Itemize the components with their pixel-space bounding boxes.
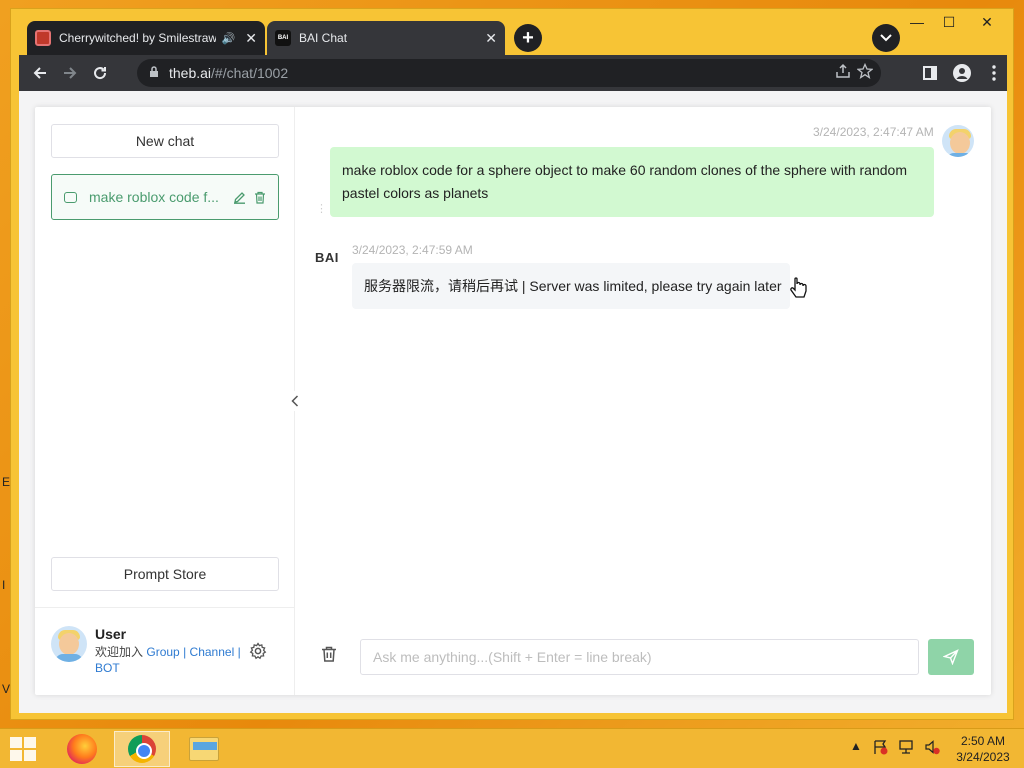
chat-main: 3/24/2023, 2:47:47 AM make roblox code f… bbox=[296, 107, 991, 695]
new-chat-button[interactable]: New chat bbox=[51, 124, 279, 158]
browser-toolbar: theb.ai/#/chat/1002 bbox=[19, 55, 1007, 91]
side-panel-icon bbox=[923, 66, 937, 80]
message-drag-handle-icon[interactable]: ⋮ bbox=[316, 202, 327, 215]
delete-icon[interactable] bbox=[254, 191, 266, 204]
browser-titlebar: Cherrywitched! by Smilestraw 🔊 ✕ BAI BAI… bbox=[11, 9, 1015, 55]
tab-cherrywitched[interactable]: Cherrywitched! by Smilestraw 🔊 ✕ bbox=[27, 21, 265, 55]
minimize-button[interactable]: — bbox=[899, 13, 935, 33]
avatar bbox=[51, 626, 87, 662]
forward-arrow-icon bbox=[64, 67, 77, 79]
volume-muted-icon[interactable] bbox=[924, 739, 940, 755]
bot-message-bubble: 服务器限流，请稍后再试 | Server was limited, please… bbox=[352, 263, 790, 309]
message-timestamp: 3/24/2023, 2:47:59 AM bbox=[352, 243, 473, 257]
back-button[interactable] bbox=[25, 58, 55, 88]
hand-cursor-icon bbox=[790, 277, 807, 298]
message-timestamp: 3/24/2023, 2:47:47 AM bbox=[813, 125, 934, 139]
taskbar-clock[interactable]: 2:50 AM 3/24/2023 bbox=[948, 733, 1018, 765]
user-panel: User 欢迎加入 Group | Channel | BOT bbox=[35, 607, 295, 695]
channel-link[interactable]: Channel bbox=[190, 645, 235, 659]
desktop-edge-text: E bbox=[2, 475, 11, 489]
user-avatar bbox=[942, 125, 974, 157]
send-button[interactable] bbox=[928, 639, 974, 675]
bai-logo: BAI bbox=[315, 250, 339, 265]
kebab-menu-icon bbox=[992, 65, 996, 81]
action-center-flag-icon[interactable] bbox=[872, 739, 888, 755]
close-window-button[interactable]: ✕ bbox=[969, 13, 1005, 33]
taskbar-firefox[interactable] bbox=[54, 731, 110, 767]
chrome-icon bbox=[128, 735, 156, 763]
taskbar: ▲ 2:50 AM 3/24/2023 bbox=[0, 728, 1024, 768]
history-item[interactable]: make roblox code f... bbox=[51, 174, 279, 220]
chat-input[interactable] bbox=[360, 639, 919, 675]
user-message-bubble: make roblox code for a sphere object to … bbox=[330, 147, 934, 217]
url-path: /#/chat/1002 bbox=[211, 65, 289, 81]
back-arrow-icon bbox=[33, 67, 46, 79]
tab-title: BAI Chat bbox=[299, 31, 348, 45]
desktop-edge-text: I bbox=[2, 578, 6, 592]
send-icon bbox=[943, 649, 959, 665]
link-separator: | bbox=[237, 645, 241, 659]
page-viewport: New chat make roblox code f... Prompt St… bbox=[19, 91, 1007, 713]
network-icon[interactable] bbox=[898, 739, 914, 755]
user-name: User bbox=[95, 626, 127, 642]
reload-icon bbox=[94, 67, 107, 80]
welcome-text: 欢迎加入 bbox=[95, 645, 144, 659]
reload-button[interactable] bbox=[85, 58, 115, 88]
clock-time: 2:50 AM bbox=[960, 734, 1006, 748]
firefox-icon bbox=[67, 734, 97, 764]
tab-title: Cherrywitched! by Smilestraw bbox=[59, 31, 216, 45]
bookmark-star-icon[interactable] bbox=[857, 63, 873, 79]
forward-button[interactable] bbox=[55, 58, 85, 88]
taskbar-file-explorer[interactable] bbox=[176, 731, 232, 767]
chat-input-bar bbox=[296, 637, 991, 677]
link-separator: | bbox=[183, 645, 187, 659]
bai-favicon-icon: BAI bbox=[275, 30, 291, 46]
edit-icon[interactable] bbox=[233, 191, 246, 204]
side-panel-button[interactable] bbox=[915, 58, 945, 88]
prompt-store-button[interactable]: Prompt Store bbox=[51, 557, 279, 591]
chat-bubble-icon bbox=[64, 191, 77, 203]
taskbar-chrome[interactable] bbox=[114, 731, 170, 767]
bot-link[interactable]: BOT bbox=[95, 661, 120, 675]
windows-start-button[interactable] bbox=[10, 737, 36, 761]
tray-expand-icon[interactable]: ▲ bbox=[850, 739, 862, 755]
history-item-label: make roblox code f... bbox=[89, 189, 219, 205]
chevron-down-icon bbox=[880, 34, 892, 42]
gear-icon[interactable] bbox=[249, 642, 267, 660]
browser-window: Cherrywitched! by Smilestraw 🔊 ✕ BAI BAI… bbox=[10, 8, 1014, 720]
system-tray: ▲ bbox=[850, 739, 940, 755]
maximize-button[interactable]: ☐ bbox=[931, 13, 967, 33]
chat-app: New chat make roblox code f... Prompt St… bbox=[35, 107, 991, 695]
address-bar[interactable]: theb.ai/#/chat/1002 bbox=[137, 59, 881, 87]
clear-chat-icon[interactable] bbox=[320, 645, 338, 663]
speaker-icon[interactable]: 🔊 bbox=[222, 32, 236, 45]
user-info: User 欢迎加入 Group | Channel | BOT bbox=[95, 626, 245, 676]
close-tab-icon[interactable]: ✕ bbox=[245, 30, 257, 47]
url-host: theb.ai bbox=[169, 65, 212, 81]
tab-search-button[interactable] bbox=[872, 24, 900, 52]
clock-date: 3/24/2023 bbox=[956, 750, 1010, 764]
desktop-edge-text: V bbox=[2, 682, 11, 696]
profile-icon bbox=[953, 64, 971, 82]
folder-icon bbox=[189, 737, 219, 761]
site-favicon-icon bbox=[35, 30, 51, 46]
browser-menu-button[interactable] bbox=[979, 58, 1009, 88]
share-icon[interactable] bbox=[835, 63, 851, 79]
sidebar: New chat make roblox code f... Prompt St… bbox=[35, 107, 295, 695]
close-tab-icon[interactable]: ✕ bbox=[485, 30, 497, 47]
new-tab-button[interactable]: + bbox=[514, 24, 542, 52]
tab-bai-chat[interactable]: BAI BAI Chat ✕ bbox=[267, 21, 505, 55]
lock-icon bbox=[149, 65, 159, 81]
profile-button[interactable] bbox=[947, 58, 977, 88]
group-link[interactable]: Group bbox=[146, 645, 179, 659]
